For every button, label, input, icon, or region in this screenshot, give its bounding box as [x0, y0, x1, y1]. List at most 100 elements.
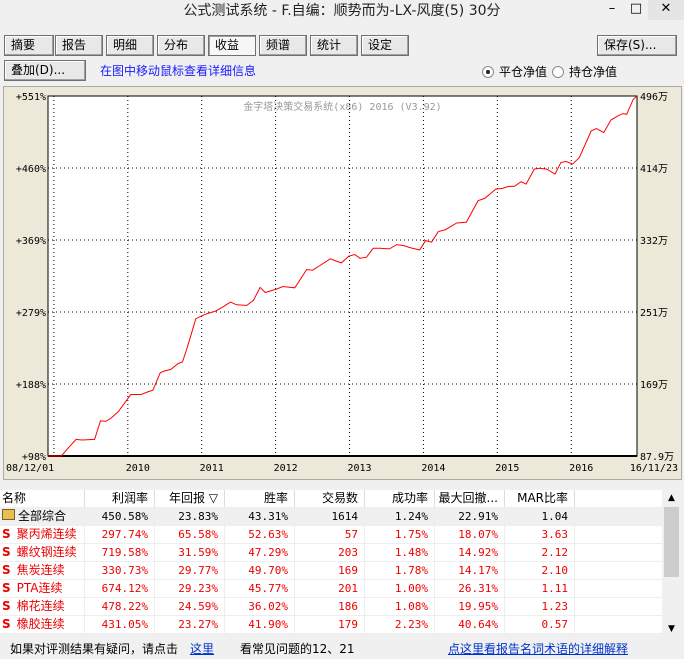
save-button[interactable]: 保存(S)...	[597, 35, 677, 56]
column-header[interactable]: 交易数	[295, 490, 365, 507]
row-name-label: 橡胶连续	[16, 617, 65, 631]
tab-returns[interactable]: 收益	[208, 35, 256, 56]
year-label: 2016	[569, 463, 593, 474]
table-row[interactable]: S PTA连续 674.12% 29.23% 45.77% 201 1.00% 26.31% 1…	[0, 580, 662, 598]
cell: 49.70%	[225, 562, 295, 579]
column-header[interactable]: 最大回撤...	[435, 490, 505, 507]
left-tick-label: +98%	[22, 452, 46, 463]
table-row[interactable]: S 橡胶连续 431.05% 23.27% 41.90% 179 2.23% 40.64% 0.…	[0, 616, 662, 634]
cell: 478.22%	[85, 598, 155, 615]
cell: 719.58%	[85, 544, 155, 561]
radio-dot-checked	[482, 65, 494, 78]
strategy-s-icon: S	[2, 563, 11, 577]
start-date-label: 08/12/01	[6, 463, 54, 474]
cell: 1.04	[505, 508, 575, 525]
cell: 1.23	[505, 598, 575, 615]
cell: 330.73%	[85, 562, 155, 579]
folder-icon	[2, 509, 15, 520]
column-header[interactable]: 年回报 ▽	[155, 490, 225, 507]
strategy-s-icon: S	[2, 545, 11, 559]
scroll-thumb[interactable]	[664, 507, 679, 577]
maximize-button[interactable]: □	[622, 0, 650, 20]
year-label: 2015	[495, 463, 519, 474]
right-tick-label: 414万	[640, 164, 668, 175]
cell: 2.23%	[365, 616, 435, 633]
cell: 450.58%	[85, 508, 155, 525]
vertical-scrollbar[interactable]: ▲ ▼	[663, 490, 680, 634]
cell: 36.02%	[225, 598, 295, 615]
cell: 24.59%	[155, 598, 225, 615]
glossary-link[interactable]: 点这里看报告名词术语的详细解释	[448, 640, 628, 657]
plot-area	[47, 95, 638, 457]
cell: 14.92%	[435, 544, 505, 561]
cell: 52.63%	[225, 526, 295, 543]
row-name-label: PTA连续	[16, 581, 63, 595]
table-row[interactable]: S 棉花连续 478.22% 24.59% 36.02% 186 1.08% 19.95% 1.…	[0, 598, 662, 616]
column-header[interactable]: 利润率	[85, 490, 155, 507]
row-name-label: 螺纹钢连续	[16, 545, 77, 559]
cell: 203	[295, 544, 365, 561]
cell: 47.29%	[225, 544, 295, 561]
column-header[interactable]: 名称	[0, 490, 85, 507]
status-bar: 如果对评测结果有疑问，请点击 这里 看常见问题的12、21 点这里看报告名词术语…	[0, 636, 684, 659]
tab-spectrum[interactable]: 频谱	[259, 35, 307, 56]
cell: 41.90%	[225, 616, 295, 633]
strategy-s-icon: S	[2, 581, 11, 595]
left-tick-label: +460%	[16, 164, 46, 175]
cell: 297.74%	[85, 526, 155, 543]
radio-label: 平仓净值	[499, 65, 548, 79]
title-bar: 公式测试系统 - F.自编：顺势而为-LX-风度(5) 30分	[0, 0, 684, 26]
column-header[interactable]: 胜率	[225, 490, 295, 507]
overlay-button[interactable]: 叠加(D)...	[4, 60, 86, 81]
column-header[interactable]: 成功率	[365, 490, 435, 507]
tab-details[interactable]: 明细	[106, 35, 154, 56]
year-label: 2010	[126, 463, 150, 474]
tab-summary[interactable]: 摘要	[4, 35, 54, 56]
cell: 1.78%	[365, 562, 435, 579]
column-header[interactable]: MAR比率	[505, 490, 575, 507]
table-header: 名称 利润率 年回报 ▽ 胜率 交易数 成功率 最大回撤... MAR比率	[0, 490, 662, 508]
cell: 2.12	[505, 544, 575, 561]
row-name-label: 焦炭连续	[16, 563, 65, 577]
results-table: 名称 利润率 年回报 ▽ 胜率 交易数 成功率 最大回撤... MAR比率 全部综合 450.5…	[0, 490, 662, 634]
faq-link[interactable]: 这里	[190, 640, 214, 657]
equity-chart-panel[interactable]: 金字塔决策交易系统(x86) 2016 (V3.92) +98% 87.9万 +188…	[3, 86, 682, 480]
tab-settings[interactable]: 设定	[361, 35, 409, 56]
radio-close-equity[interactable]: 平仓净值	[482, 63, 547, 80]
tab-report[interactable]: 报告	[55, 35, 103, 56]
window-title: 公式测试系统 - F.自编：顺势而为-LX-风度(5) 30分	[183, 3, 501, 19]
row-name: 全部综合	[0, 508, 85, 525]
year-label: 2011	[200, 463, 224, 474]
table-row[interactable]: 全部综合 450.58% 23.83% 43.31% 1614 1.24% 22.91% 1.…	[0, 508, 662, 526]
cell: 179	[295, 616, 365, 633]
tab-distribution[interactable]: 分布	[157, 35, 205, 56]
equity-chart[interactable]: 金字塔决策交易系统(x86) 2016 (V3.92) +98% 87.9万 +188…	[4, 87, 681, 479]
strategy-s-icon: S	[2, 527, 11, 541]
table-row[interactable]: S 焦炭连续 330.73% 29.77% 49.70% 169 1.78% 14.17% 2.…	[0, 562, 662, 580]
cell: 65.58%	[155, 526, 225, 543]
cell: 29.77%	[155, 562, 225, 579]
cell: 186	[295, 598, 365, 615]
tab-statistics[interactable]: 统计	[310, 35, 358, 56]
cell: 29.23%	[155, 580, 225, 597]
cell: 1.11	[505, 580, 575, 597]
scroll-up-arrow-icon[interactable]: ▲	[663, 490, 680, 507]
strategy-s-icon: S	[2, 617, 11, 631]
left-tick-label: +188%	[16, 380, 46, 391]
scroll-down-arrow-icon[interactable]: ▼	[663, 624, 680, 634]
row-name-label: 全部综合	[18, 509, 67, 523]
cell: 1.48%	[365, 544, 435, 561]
table-row[interactable]: S 螺纹钢连续 719.58% 31.59% 47.29% 203 1.48% 14.92% 2…	[0, 544, 662, 562]
table-row[interactable]: S 聚丙烯连续 297.74% 65.58% 52.63% 57 1.75% 18.07% 3.…	[0, 526, 662, 544]
close-button[interactable]: ✕	[648, 0, 684, 20]
cell: 0.57	[505, 616, 575, 633]
year-label: 2013	[347, 463, 371, 474]
radio-position-equity[interactable]: 持仓净值	[552, 63, 617, 80]
radio-dot	[552, 65, 564, 78]
cell: 22.91%	[435, 508, 505, 525]
cell: 2.10	[505, 562, 575, 579]
cell: 1.75%	[365, 526, 435, 543]
cell: 1.24%	[365, 508, 435, 525]
cell: 201	[295, 580, 365, 597]
status-text: 如果对评测结果有疑问，请点击	[10, 642, 179, 656]
